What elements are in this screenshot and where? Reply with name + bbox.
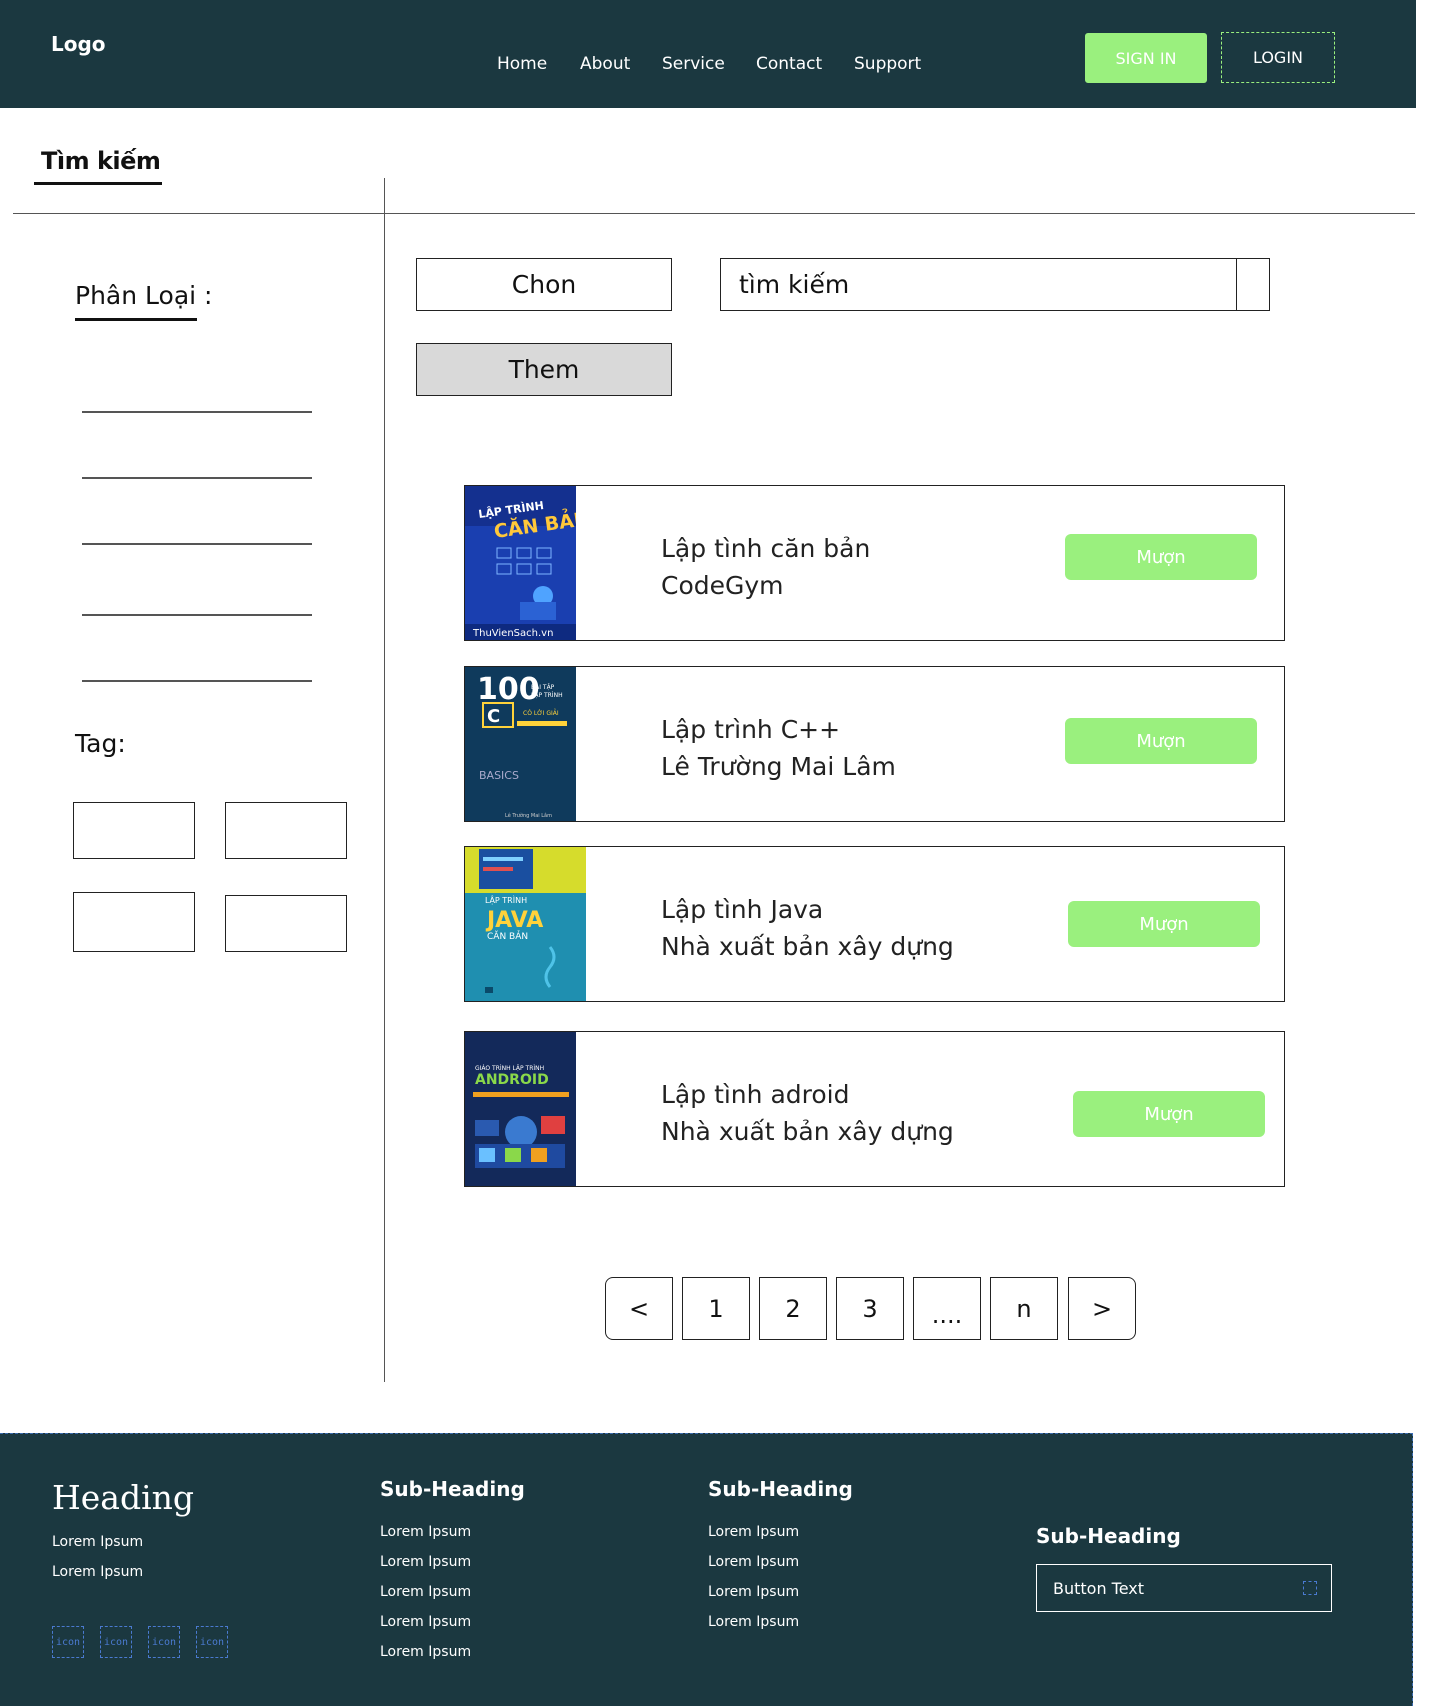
social-icon[interactable]: icon [100,1626,132,1658]
svg-text:BÀI TẬP: BÀI TẬP [531,684,555,691]
svg-text:C: C [487,706,500,727]
login-button[interactable]: LOGIN [1221,32,1335,83]
footer-link[interactable]: Lorem Ipsum [708,1614,799,1630]
borrow-button[interactable]: Mượn [1065,718,1257,764]
page-next-button[interactable]: > [1068,1277,1136,1340]
book-info: Lập tình Java Nhà xuất bản xây dựng [661,891,954,965]
nav-support[interactable]: Support [854,54,921,74]
footer-link[interactable]: Lorem Ipsum [708,1584,799,1600]
category-item[interactable] [82,680,312,682]
tag-box[interactable] [225,895,347,952]
book-title: Lập tình căn bản [661,534,871,563]
add-button[interactable]: Them [416,343,672,396]
book-title: Lập tình Java [661,895,824,924]
footer-heading: Heading [52,1478,195,1517]
footer-subheading: Sub-Heading [708,1477,853,1501]
book-author: Nhà xuất bản xây dựng [661,932,954,961]
svg-text:CĂN BẢN: CĂN BẢN [487,930,528,942]
footer-link[interactable]: Lorem Ipsum [380,1524,471,1540]
book-author: Nhà xuất bản xây dựng [661,1117,954,1146]
book-card: GIÁO TRÌNH LẬP TRÌNH ANDROID Lập tình ad… [464,1031,1285,1187]
footer-link[interactable]: Lorem Ipsum [380,1614,471,1630]
tab-search[interactable]: Tìm kiếm [41,147,161,175]
placeholder-icon [1303,1581,1317,1595]
site-footer: Heading Lorem Ipsum Lorem Ipsum icon ico… [0,1433,1413,1706]
sign-in-button[interactable]: SIGN IN [1085,33,1207,83]
tab-active-indicator [34,182,162,185]
content-divider-horizontal [13,213,1415,214]
logo[interactable]: Logo [51,32,106,56]
footer-link[interactable]: Lorem Ipsum [708,1554,799,1570]
book-author: CodeGym [661,571,784,600]
nav-home[interactable]: Home [497,54,547,74]
svg-text:GIÁO TRÌNH LẬP TRÌNH: GIÁO TRÌNH LẬP TRÌNH [475,1065,544,1072]
book-cover-image[interactable]: LẬP TRÌNH CĂN BẢN ThuVienSach.vn [465,486,576,640]
nav-contact[interactable]: Contact [756,54,822,74]
svg-text:BASICS: BASICS [479,769,519,782]
search-input[interactable] [721,259,1237,310]
footer-subheading: Sub-Heading [380,1477,525,1501]
search-box [720,258,1270,311]
category-label: Phân Loại : [75,281,213,310]
category-underline [75,318,197,321]
book-title: Lập trình C++ [661,715,841,744]
svg-text:JAVA: JAVA [485,908,543,933]
footer-action-button[interactable]: Button Text [1036,1564,1332,1612]
tag-box[interactable] [225,802,347,859]
category-item[interactable] [82,543,312,545]
footer-link[interactable]: Lorem Ipsum [708,1524,799,1540]
category-item[interactable] [82,614,312,616]
tag-box[interactable] [73,802,195,859]
book-cover-image[interactable]: 100 BÀI TẬP LẬP TRÌNH C CÓ LỜI GIẢI BASI… [465,667,576,821]
page-prev-button[interactable]: < [605,1277,673,1340]
book-cover-image[interactable]: GIÁO TRÌNH LẬP TRÌNH ANDROID [465,1032,576,1186]
svg-text:LẬP TRÌNH: LẬP TRÌNH [531,692,563,699]
borrow-button[interactable]: Mượn [1073,1091,1265,1137]
nav-service[interactable]: Service [662,54,725,74]
tag-label: Tag: [75,729,126,758]
book-card: 100 BÀI TẬP LẬP TRÌNH C CÓ LỜI GIẢI BASI… [464,666,1285,822]
social-icon[interactable]: icon [148,1626,180,1658]
svg-text:ANDROID: ANDROID [475,1072,549,1088]
site-header: Logo Home About Service Contact Support … [0,0,1416,108]
book-card: LẬP TRÌNH JAVA CĂN BẢN Lập tình Java Nhà… [464,846,1285,1002]
page-ellipsis[interactable]: .... [913,1277,981,1340]
footer-link[interactable]: Lorem Ipsum [52,1534,143,1550]
footer-link[interactable]: Lorem Ipsum [380,1644,471,1660]
category-select[interactable]: Chon [416,258,672,311]
borrow-button[interactable]: Mượn [1068,901,1260,947]
svg-text:LẬP TRÌNH: LẬP TRÌNH [485,894,527,906]
category-item[interactable] [82,411,312,413]
content-divider-vertical [384,178,385,1382]
nav-about[interactable]: About [580,54,630,74]
svg-text:ThuVienSach.vn: ThuVienSach.vn [472,628,553,639]
svg-text:CÓ LỜI GIẢI: CÓ LỜI GIẢI [523,709,559,717]
page-button-last[interactable]: n [990,1277,1058,1340]
borrow-button[interactable]: Mượn [1065,534,1257,580]
page-button-2[interactable]: 2 [759,1277,827,1340]
book-author: Lê Trường Mai Lâm [661,752,896,781]
book-card: LẬP TRÌNH CĂN BẢN ThuVienSach.vn Lập tìn… [464,485,1285,641]
social-icon[interactable]: icon [52,1626,84,1658]
footer-link[interactable]: Lorem Ipsum [52,1564,143,1580]
svg-text:Lê Trường Mai Lâm: Lê Trường Mai Lâm [505,812,552,819]
book-title: Lập tình adroid [661,1080,850,1109]
book-info: Lập trình C++ Lê Trường Mai Lâm [661,711,896,785]
category-item[interactable] [82,477,312,479]
footer-button-label: Button Text [1053,1578,1145,1598]
footer-link[interactable]: Lorem Ipsum [380,1584,471,1600]
social-icon[interactable]: icon [196,1626,228,1658]
footer-link[interactable]: Lorem Ipsum [380,1554,471,1570]
book-info: Lập tình adroid Nhà xuất bản xây dựng [661,1076,954,1150]
book-info: Lập tình căn bản CodeGym [661,530,870,604]
page-button-3[interactable]: 3 [836,1277,904,1340]
page-button-1[interactable]: 1 [682,1277,750,1340]
footer-subheading: Sub-Heading [1036,1524,1181,1548]
book-cover-image[interactable]: LẬP TRÌNH JAVA CĂN BẢN [465,847,586,1001]
tag-box[interactable] [73,892,195,952]
